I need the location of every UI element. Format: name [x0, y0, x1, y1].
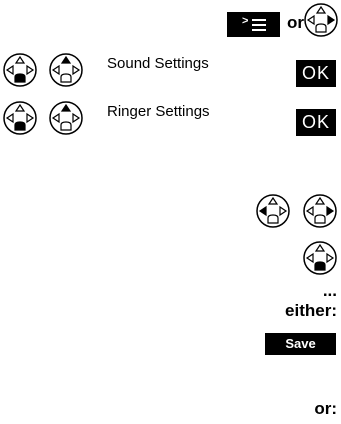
- menu-line-icon: [252, 19, 266, 21]
- menu-line-icon: [252, 29, 266, 31]
- menu-key[interactable]: >: [227, 12, 280, 37]
- control-key-left-icon[interactable]: [255, 193, 291, 229]
- ellipsis-text: ...: [322, 281, 337, 300]
- control-key-right-icon[interactable]: [302, 193, 338, 229]
- menu-item-sound-settings[interactable]: Sound Settings: [107, 55, 209, 72]
- control-key-up-icon[interactable]: [48, 52, 84, 88]
- menu-arrow-icon: >: [242, 15, 249, 27]
- ok-button[interactable]: OK: [296, 60, 336, 87]
- menu-line-icon: [252, 24, 266, 26]
- control-key-up-icon[interactable]: [48, 100, 84, 136]
- control-key-down-icon[interactable]: [2, 100, 38, 136]
- control-key-down-icon[interactable]: [302, 240, 338, 276]
- menu-item-ringer-settings[interactable]: Ringer Settings: [107, 103, 210, 120]
- control-key-right-icon[interactable]: [303, 2, 339, 38]
- or-label-2: or:: [314, 399, 337, 418]
- either-label: either:: [285, 301, 337, 320]
- save-button[interactable]: Save: [265, 333, 336, 355]
- or-label: or: [287, 13, 304, 32]
- ok-button[interactable]: OK: [296, 109, 336, 136]
- control-key-down-icon[interactable]: [2, 52, 38, 88]
